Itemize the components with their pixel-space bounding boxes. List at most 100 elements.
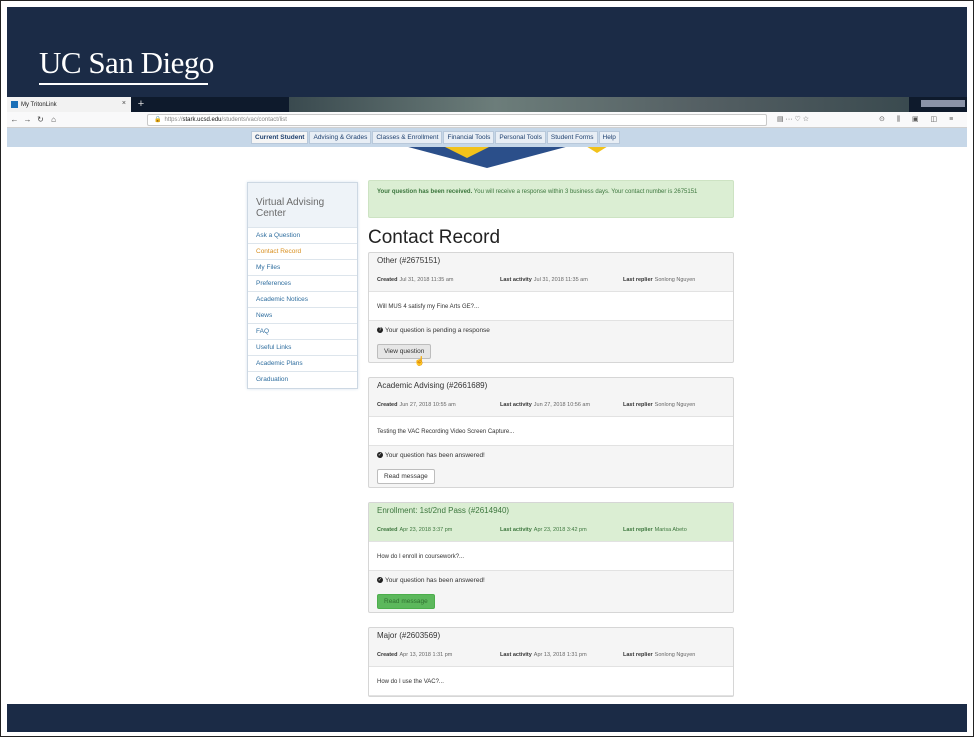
sidebar-item-news[interactable]: News bbox=[248, 307, 357, 323]
activity-value: Jul 31, 2018 11:35 am bbox=[533, 277, 588, 283]
menu-help[interactable]: Help bbox=[598, 130, 620, 144]
activity-label: Last activity bbox=[500, 652, 532, 658]
status-text: Your question has been answered! bbox=[385, 577, 485, 584]
sidebar-item-useful-links[interactable]: Useful Links bbox=[248, 339, 357, 355]
back-icon[interactable]: ← bbox=[9, 115, 20, 124]
question-preview: How do I use the VAC?... bbox=[369, 666, 733, 696]
card-status: ? Your question is pending a response bbox=[369, 321, 733, 340]
menu-personal-tools[interactable]: Personal Tools bbox=[495, 130, 546, 144]
card-title: Enrollment: 1st/2nd Pass (#2614940) bbox=[369, 503, 733, 519]
menu-financial-tools[interactable]: Financial Tools bbox=[443, 130, 495, 144]
vac-sidebar: Virtual Advising Center Ask a Question C… bbox=[247, 182, 358, 389]
favicon-icon bbox=[11, 101, 18, 108]
menu-student-forms[interactable]: Student Forms bbox=[546, 130, 598, 144]
status-text: Your question is pending a response bbox=[385, 327, 490, 334]
menu-advising-grades[interactable]: Advising & Grades bbox=[309, 130, 372, 144]
replier-value: Sonlong Nguyen bbox=[654, 402, 696, 408]
site-banner: Current Student Advising & Grades Classe… bbox=[7, 128, 967, 168]
url-prefix: https:// bbox=[164, 117, 183, 123]
sidebar-title: Virtual Advising Center bbox=[248, 183, 357, 227]
created-label: Created bbox=[377, 652, 398, 658]
question-icon: ? bbox=[377, 327, 383, 334]
url-bar[interactable]: 🔒 https://stark.ucsd.edu/students/vac/con… bbox=[147, 114, 767, 126]
activity-label: Last activity bbox=[500, 402, 532, 408]
replier-value: Marisa Abeto bbox=[654, 527, 687, 533]
sidebar-item-preferences[interactable]: Preferences bbox=[248, 275, 357, 291]
read-message-button[interactable]: Read message bbox=[377, 594, 435, 609]
browser-tab[interactable]: My TritonLink × bbox=[7, 97, 131, 112]
window-controls[interactable] bbox=[921, 100, 965, 107]
check-icon: ✓ bbox=[377, 452, 383, 459]
alert-text: You will receive a response within 3 bus… bbox=[472, 189, 698, 195]
activity-label: Last activity bbox=[500, 277, 532, 283]
card-title: Other (#2675151) bbox=[377, 256, 441, 265]
sidebar-item-academic-plans[interactable]: Academic Plans bbox=[248, 355, 357, 371]
sidebar-item-ask-question[interactable]: Ask a Question bbox=[248, 227, 357, 243]
contact-card: Academic Advising (#2661689) Created Jun … bbox=[368, 377, 734, 488]
sidebar-item-graduation[interactable]: Graduation bbox=[248, 371, 357, 387]
activity-label: Last activity bbox=[500, 527, 532, 533]
replier-value: Sonlong Nguyen bbox=[654, 277, 696, 283]
read-message-button[interactable]: Read message bbox=[377, 469, 435, 484]
success-alert: Your question has been received. You wil… bbox=[368, 180, 734, 218]
slide-header: UC San Diego bbox=[7, 7, 967, 97]
url-path: /students/vac/contact/list bbox=[221, 117, 287, 123]
question-preview: Will MUS 4 satisfy my Fine Arts GE?... bbox=[369, 291, 733, 321]
ucsd-logo: UC San Diego bbox=[39, 45, 214, 80]
created-value: Apr 13, 2018 1:31 pm bbox=[399, 652, 453, 658]
contact-card: Enrollment: 1st/2nd Pass (#2614940) Crea… bbox=[368, 502, 734, 613]
alert-bold: Your question has been received. bbox=[377, 189, 473, 195]
status-text: Your question has been answered! bbox=[385, 452, 485, 459]
created-value: Jun 27, 2018 10:55 am bbox=[399, 402, 456, 408]
sidebar-item-contact-record[interactable]: Contact Record bbox=[248, 243, 357, 259]
card-meta: Created Apr 23, 2018 3:37 pm Last activit… bbox=[369, 519, 733, 541]
card-status: ✓ Your question has been answered! bbox=[369, 446, 733, 465]
replier-label: Last replier bbox=[623, 277, 653, 283]
hand-cursor-icon: ☝ bbox=[414, 356, 426, 366]
reload-icon[interactable]: ↻ bbox=[35, 115, 46, 124]
activity-value: Apr 23, 2018 3:42 pm bbox=[533, 527, 587, 533]
tabbar-background bbox=[289, 97, 909, 112]
lock-icon: 🔒 bbox=[154, 117, 162, 123]
card-title: Major (#2603569) bbox=[377, 631, 441, 640]
check-icon: ✓ bbox=[377, 577, 383, 584]
main-menu: Current Student Advising & Grades Classe… bbox=[251, 130, 621, 144]
forward-icon[interactable]: → bbox=[22, 115, 33, 124]
browser-window: My TritonLink × + ← → ↻ ⌂ 🔒 https://stark… bbox=[7, 97, 967, 704]
question-preview: How do I enroll in coursework?... bbox=[369, 541, 733, 571]
replier-label: Last replier bbox=[623, 527, 653, 533]
created-label: Created bbox=[377, 277, 398, 283]
close-icon[interactable]: × bbox=[122, 100, 126, 107]
sidebar-item-faq[interactable]: FAQ bbox=[248, 323, 357, 339]
activity-value: Apr 13, 2018 1:31 pm bbox=[533, 652, 587, 658]
created-value: Jul 31, 2018 11:35 am bbox=[399, 277, 454, 283]
page-title: Contact Record bbox=[368, 227, 501, 248]
replier-label: Last replier bbox=[623, 652, 653, 658]
new-tab-button[interactable]: + bbox=[135, 98, 147, 110]
activity-value: Jun 27, 2018 10:56 am bbox=[533, 402, 591, 408]
question-preview: Testing the VAC Recording Video Screen C… bbox=[369, 416, 733, 446]
home-icon[interactable]: ⌂ bbox=[48, 115, 59, 124]
card-status: ✓ Your question has been answered! bbox=[369, 571, 733, 590]
card-action: Read message bbox=[369, 465, 733, 487]
main-content: Your question has been received. You wil… bbox=[368, 180, 735, 697]
sidebar-item-academic-notices[interactable]: Academic Notices bbox=[248, 291, 357, 307]
menu-current-student[interactable]: Current Student bbox=[251, 130, 309, 144]
toolbar-icons[interactable]: ⊙ ⫼ ▣ ◫ ≡ bbox=[879, 115, 958, 124]
slide-footer bbox=[7, 704, 967, 732]
created-value: Apr 23, 2018 3:37 pm bbox=[399, 527, 453, 533]
card-action: Read message bbox=[369, 590, 733, 612]
tab-title: My TritonLink bbox=[21, 101, 57, 108]
created-label: Created bbox=[377, 527, 398, 533]
replier-value: Sonlong Nguyen bbox=[654, 652, 696, 658]
created-label: Created bbox=[377, 402, 398, 408]
web-page: Current Student Advising & Grades Classe… bbox=[7, 128, 967, 704]
navigation-bar: ← → ↻ ⌂ 🔒 https://stark.ucsd.edu/students… bbox=[7, 112, 967, 128]
url-host: stark.ucsd.edu bbox=[182, 117, 222, 123]
menu-classes-enrollment[interactable]: Classes & Enrollment bbox=[372, 130, 443, 144]
card-meta: Created Jul 31, 2018 11:35 am Last activi… bbox=[369, 269, 733, 291]
tab-bar: My TritonLink × + bbox=[7, 97, 967, 112]
sidebar-item-my-files[interactable]: My Files bbox=[248, 259, 357, 275]
url-tools-icons[interactable]: ▤ ··· ♡ ☆ bbox=[777, 115, 809, 123]
logo-underline bbox=[39, 83, 208, 85]
